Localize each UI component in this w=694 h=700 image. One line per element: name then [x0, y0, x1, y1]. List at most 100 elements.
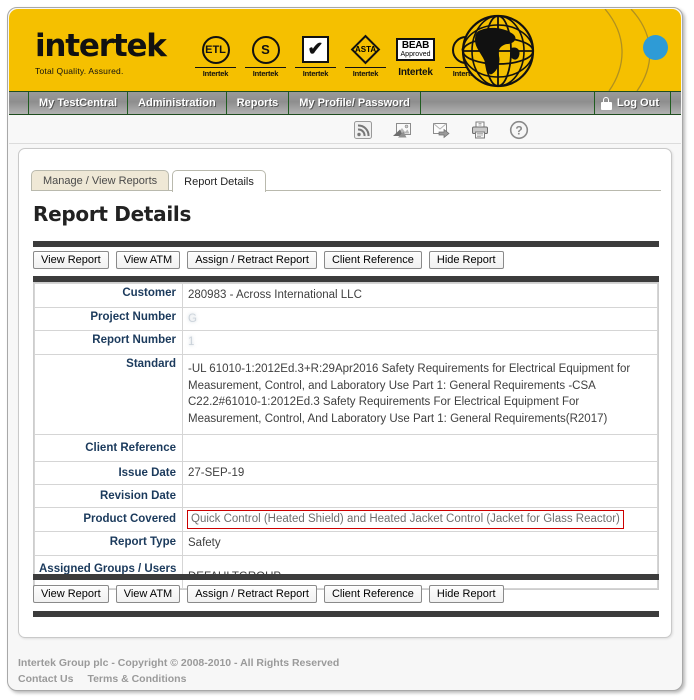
- warnock-hersey-check-mark: ✔ Intertek: [295, 33, 336, 78]
- view-report-button-top[interactable]: View Report: [33, 251, 109, 269]
- value-project-number: G: [182, 306, 658, 332]
- etl-mark: ETL Intertek: [195, 33, 236, 78]
- label-report-type: Report Type: [34, 531, 183, 556]
- client-reference-button-top[interactable]: Client Reference: [323, 251, 422, 269]
- nav-administration[interactable]: Administration: [128, 92, 227, 114]
- footer-copyright: Intertek Group plc - Copyright © 2008-20…: [18, 657, 340, 669]
- asta-diamond-mark-caption: Intertek: [345, 67, 386, 78]
- view-report-button-bottom-label: View Report: [41, 588, 101, 600]
- tab-underline: [31, 190, 661, 191]
- label-issue-date: Issue Date: [34, 460, 183, 486]
- hide-report-button-top-label: Hide Report: [436, 254, 496, 266]
- table-row-assigned-groups-users: Assigned Groups / Users DEFAULTGROUP: [34, 554, 658, 590]
- beab-symbol: BEAB: [401, 39, 430, 51]
- nav-left-spacer: [9, 92, 29, 114]
- page-title: Report Details: [33, 202, 192, 226]
- assign-retract-report-button-top[interactable]: Assign / Retract Report: [187, 251, 317, 269]
- export-image-icon[interactable]: [392, 120, 412, 140]
- label-assigned-groups-users: Assigned Groups / Users: [34, 554, 183, 590]
- certification-marks: ETL Intertek S Intertek ✔ Intertek ASTA …: [195, 33, 486, 78]
- view-report-button-top-label: View Report: [41, 254, 101, 266]
- logout-label: Log Out: [616, 97, 659, 109]
- client-reference-button-bottom-label: Client Reference: [331, 588, 414, 600]
- tab-strip: Manage / View Reports Report Details: [31, 168, 266, 192]
- report-details-table: Customer 280983 - Across International L…: [33, 282, 659, 591]
- intertek-wordmark: intertek: [35, 28, 167, 64]
- client-reference-button-bottom[interactable]: Client Reference: [323, 585, 422, 603]
- export-arrow-icon[interactable]: [431, 120, 451, 140]
- tab-manage-view-reports[interactable]: Manage / View Reports: [31, 170, 170, 191]
- value-client-reference: [182, 433, 658, 462]
- footer: Intertek Group plc - Copyright © 2008-20…: [18, 657, 518, 685]
- table-row-customer: Customer 280983 - Across International L…: [34, 283, 658, 308]
- terms-conditions-link[interactable]: Terms & Conditions: [87, 673, 186, 685]
- printer-icon[interactable]: [470, 120, 490, 140]
- nav-administration-label: Administration: [138, 97, 216, 109]
- action-buttons-bottom: View Report View ATM Assign / Retract Re…: [33, 585, 504, 603]
- beab-symbol-sub: Approved: [400, 51, 431, 59]
- intertek-tagline: Total Quality. Assured.: [35, 66, 124, 76]
- assign-retract-report-button-top-label: Assign / Retract Report: [195, 254, 309, 266]
- globe-icon: [461, 14, 535, 88]
- intertek-logo: intertek Total Quality. Assured.: [35, 28, 167, 76]
- hide-report-button-top[interactable]: Hide Report: [428, 251, 504, 269]
- view-atm-button-top[interactable]: View ATM: [115, 251, 181, 269]
- tab-manage-view-reports-label: Manage / View Reports: [43, 175, 158, 187]
- value-report-number: 1: [182, 330, 658, 356]
- hide-report-button-bottom-label: Hide Report: [436, 588, 496, 600]
- nav-my-profile-password-label: My Profile/ Password: [299, 97, 410, 109]
- view-atm-button-top-label: View ATM: [123, 254, 173, 266]
- main-navigation: My TestCentral Administration Reports My…: [9, 91, 681, 115]
- client-reference-button-top-label: Client Reference: [331, 254, 414, 266]
- nav-reports-label: Reports: [236, 97, 279, 109]
- beab-mark-caption: Intertek: [398, 67, 433, 78]
- tab-report-details[interactable]: Report Details: [172, 170, 266, 192]
- etl-mark-caption: Intertek: [195, 67, 236, 78]
- value-standard: -UL 61010-1:2012Ed.3+R:29Apr2016 Safety …: [182, 354, 658, 435]
- assign-retract-report-button-bottom-label: Assign / Retract Report: [195, 588, 309, 600]
- table-row-product-covered: Product Covered Quick Control (Heated Sh…: [34, 507, 658, 533]
- assign-retract-report-button-bottom[interactable]: Assign / Retract Report: [187, 585, 317, 603]
- value-assigned-groups-users: DEFAULTGROUP: [182, 554, 658, 590]
- view-atm-button-bottom-label: View ATM: [123, 588, 173, 600]
- table-row-standard: Standard -UL 61010-1:2012Ed.3+R:29Apr201…: [34, 354, 658, 435]
- nav-my-testcentral-label: My TestCentral: [39, 97, 118, 109]
- contact-us-link[interactable]: Contact Us: [18, 673, 73, 685]
- asta-diamond-mark: ASTA Intertek: [345, 33, 386, 78]
- table-row-client-reference: Client Reference: [34, 433, 658, 462]
- label-standard: Standard: [34, 354, 183, 435]
- bottom-table-rule: [33, 574, 659, 580]
- label-customer: Customer: [34, 283, 183, 308]
- label-revision-date: Revision Date: [34, 484, 183, 509]
- view-report-button-bottom[interactable]: View Report: [33, 585, 109, 603]
- label-report-number: Report Number: [34, 330, 183, 356]
- logout-button[interactable]: Log Out: [595, 92, 671, 114]
- semko-s-mark-caption: Intertek: [245, 67, 286, 78]
- content-panel: Manage / View Reports Report Details Rep…: [18, 148, 672, 638]
- value-product-covered: Quick Control (Heated Shield) and Heated…: [187, 510, 624, 530]
- nav-right-spacer: [671, 92, 681, 114]
- nav-my-testcentral[interactable]: My TestCentral: [29, 92, 129, 114]
- svg-text:?: ?: [515, 123, 522, 137]
- label-product-covered: Product Covered: [34, 507, 183, 533]
- footer-links: Contact Us Terms & Conditions: [18, 673, 518, 685]
- bottom-divider-rule: [33, 611, 659, 617]
- hide-report-button-bottom[interactable]: Hide Report: [428, 585, 504, 603]
- value-report-type: Safety: [182, 531, 658, 556]
- view-atm-button-bottom[interactable]: View ATM: [115, 585, 181, 603]
- label-client-reference: Client Reference: [34, 433, 183, 462]
- table-row-report-type: Report Type Safety: [34, 531, 658, 556]
- top-divider-rule: [33, 241, 659, 247]
- action-buttons-top: View Report View ATM Assign / Retract Re…: [33, 251, 504, 269]
- brand-header: intertek Total Quality. Assured. ETL Int…: [9, 9, 681, 91]
- nav-reports[interactable]: Reports: [227, 92, 290, 114]
- beab-approved-mark: BEAB Approved Intertek: [395, 33, 436, 78]
- utility-toolbar: ?: [9, 116, 681, 144]
- warnock-hersey-check-mark-caption: Intertek: [295, 67, 336, 78]
- help-icon[interactable]: ?: [509, 120, 529, 140]
- rss-feed-icon[interactable]: [353, 120, 373, 140]
- nav-my-profile-password[interactable]: My Profile/ Password: [289, 92, 421, 114]
- table-row-revision-date: Revision Date: [34, 484, 658, 509]
- table-row-issue-date: Issue Date 27-SEP-19: [34, 460, 658, 486]
- blue-dot-decoration: [643, 35, 668, 60]
